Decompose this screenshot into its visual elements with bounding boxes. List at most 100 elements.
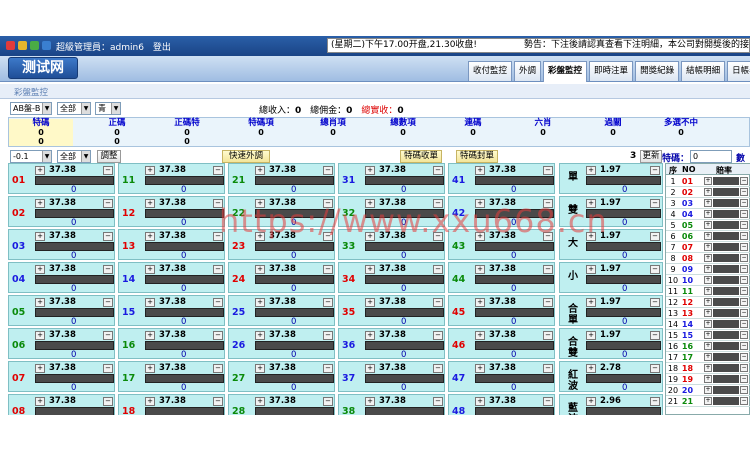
increase-odds-button[interactable]: +: [475, 265, 485, 274]
increase-odds-button[interactable]: +: [365, 166, 375, 175]
increase-odds-button[interactable]: +: [704, 397, 712, 405]
increase-odds-button[interactable]: +: [145, 397, 155, 406]
increase-odds-button[interactable]: +: [365, 397, 375, 406]
decrease-odds-button[interactable]: −: [740, 298, 748, 306]
increase-odds-button[interactable]: +: [475, 397, 485, 406]
decrease-odds-button[interactable]: −: [543, 298, 553, 307]
decrease-odds-button[interactable]: −: [213, 364, 223, 373]
decrease-odds-button[interactable]: −: [213, 397, 223, 406]
increase-odds-button[interactable]: +: [35, 397, 45, 406]
decrease-odds-button[interactable]: −: [740, 397, 748, 405]
decrease-odds-button[interactable]: −: [323, 166, 333, 175]
increase-odds-button[interactable]: +: [255, 397, 265, 406]
decrease-odds-button[interactable]: −: [323, 397, 333, 406]
decrease-odds-button[interactable]: −: [650, 232, 660, 241]
increase-odds-button[interactable]: +: [704, 364, 712, 372]
decrease-odds-button[interactable]: −: [213, 298, 223, 307]
window-dot-icon[interactable]: [30, 41, 39, 50]
increase-odds-button[interactable]: +: [145, 331, 155, 340]
decrease-odds-button[interactable]: −: [650, 397, 660, 406]
increase-odds-button[interactable]: +: [704, 221, 712, 229]
increase-odds-button[interactable]: +: [586, 298, 596, 307]
decrease-odds-button[interactable]: −: [543, 265, 553, 274]
increase-odds-button[interactable]: +: [704, 320, 712, 328]
decrease-odds-button[interactable]: −: [650, 199, 660, 208]
scope2-select[interactable]: 全部 ▼: [57, 150, 91, 163]
increase-odds-button[interactable]: +: [475, 364, 485, 373]
increase-odds-button[interactable]: +: [145, 199, 155, 208]
decrease-odds-button[interactable]: −: [650, 364, 660, 373]
decrease-odds-button[interactable]: −: [740, 342, 748, 350]
decrease-odds-button[interactable]: −: [213, 331, 223, 340]
decrease-odds-button[interactable]: −: [103, 199, 113, 208]
increase-odds-button[interactable]: +: [365, 265, 375, 274]
tab-external[interactable]: 外調: [514, 61, 542, 81]
increase-odds-button[interactable]: +: [586, 331, 596, 340]
plate-select[interactable]: AB盤-B ▼: [10, 102, 52, 115]
increase-odds-button[interactable]: +: [704, 298, 712, 306]
increase-odds-button[interactable]: +: [704, 254, 712, 262]
increase-odds-button[interactable]: +: [35, 232, 45, 241]
decrease-odds-button[interactable]: −: [740, 353, 748, 361]
decrease-odds-button[interactable]: −: [433, 298, 443, 307]
quick-external-button[interactable]: 快速外調: [222, 150, 270, 163]
decrease-odds-button[interactable]: −: [650, 166, 660, 175]
increase-odds-button[interactable]: +: [704, 232, 712, 240]
increase-odds-button[interactable]: +: [365, 364, 375, 373]
decrease-odds-button[interactable]: −: [650, 331, 660, 340]
decrease-odds-button[interactable]: −: [650, 265, 660, 274]
increase-odds-button[interactable]: +: [586, 265, 596, 274]
tab-daily-report[interactable]: 日帳表: [727, 61, 750, 81]
decrease-odds-button[interactable]: −: [740, 199, 748, 207]
color-select[interactable]: 青 ▼: [95, 102, 121, 115]
special-seal-button[interactable]: 特碼封單: [456, 150, 498, 163]
decrease-odds-button[interactable]: −: [323, 364, 333, 373]
increase-odds-button[interactable]: +: [255, 265, 265, 274]
decrease-odds-button[interactable]: −: [543, 331, 553, 340]
window-dot-icon[interactable]: [18, 41, 27, 50]
increase-odds-button[interactable]: +: [145, 166, 155, 175]
decrease-odds-button[interactable]: −: [740, 265, 748, 273]
increase-odds-button[interactable]: +: [704, 386, 712, 394]
decrease-odds-button[interactable]: −: [213, 265, 223, 274]
decrease-odds-button[interactable]: −: [740, 331, 748, 339]
decrease-odds-button[interactable]: −: [323, 265, 333, 274]
decrease-odds-button[interactable]: −: [740, 320, 748, 328]
decrease-odds-button[interactable]: −: [323, 298, 333, 307]
window-dot-icon[interactable]: [6, 41, 15, 50]
increase-odds-button[interactable]: +: [704, 375, 712, 383]
increase-odds-button[interactable]: +: [704, 353, 712, 361]
increase-odds-button[interactable]: +: [586, 397, 596, 406]
increase-odds-button[interactable]: +: [475, 331, 485, 340]
increase-odds-button[interactable]: +: [704, 309, 712, 317]
decrease-odds-button[interactable]: −: [740, 221, 748, 229]
increase-odds-button[interactable]: +: [704, 177, 712, 185]
decrease-odds-button[interactable]: −: [543, 166, 553, 175]
increase-odds-button[interactable]: +: [145, 364, 155, 373]
increase-odds-button[interactable]: +: [255, 298, 265, 307]
window-dot-icon[interactable]: [42, 41, 51, 50]
increase-odds-button[interactable]: +: [704, 287, 712, 295]
increase-odds-button[interactable]: +: [35, 331, 45, 340]
increase-odds-button[interactable]: +: [35, 298, 45, 307]
refresh-button[interactable]: 更新: [640, 150, 662, 163]
increase-odds-button[interactable]: +: [704, 342, 712, 350]
tab-lottery-monitor[interactable]: 彩盤監控: [543, 61, 588, 82]
increase-odds-button[interactable]: +: [145, 298, 155, 307]
decrease-odds-button[interactable]: −: [740, 210, 748, 218]
increase-odds-button[interactable]: +: [586, 166, 596, 175]
adjust-button[interactable]: 調整: [97, 150, 121, 163]
decrease-odds-button[interactable]: −: [740, 188, 748, 196]
increase-odds-button[interactable]: +: [704, 188, 712, 196]
decrease-odds-button[interactable]: −: [740, 386, 748, 394]
decrease-odds-button[interactable]: −: [103, 166, 113, 175]
increase-odds-button[interactable]: +: [145, 265, 155, 274]
increase-odds-button[interactable]: +: [35, 265, 45, 274]
decrease-odds-button[interactable]: −: [103, 232, 113, 241]
increase-odds-button[interactable]: +: [704, 265, 712, 273]
logout-link[interactable]: 登出: [153, 43, 171, 53]
decrease-odds-button[interactable]: −: [740, 375, 748, 383]
decrease-odds-button[interactable]: −: [740, 232, 748, 240]
special-collect-button[interactable]: 特碼收單: [400, 150, 442, 163]
tab-settlement[interactable]: 結帳明細: [681, 61, 726, 81]
